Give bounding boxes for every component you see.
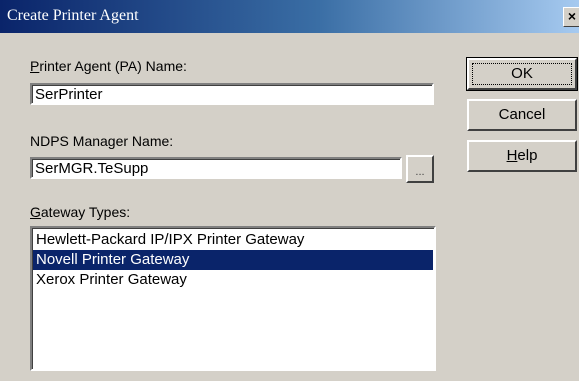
dialog-title: Create Printer Agent [7,7,139,24]
title-bar[interactable]: Create Printer Agent × [0,0,579,33]
manager-name-label: NDPS Manager Name: [30,133,174,149]
list-item[interactable]: Hewlett-Packard IP/IPX Printer Gateway [33,230,433,250]
focus-ring [472,63,572,85]
pa-name-label-text: rinter Agent (PA) Name: [39,58,187,74]
gateway-types-list[interactable]: Hewlett-Packard IP/IPX Printer Gateway N… [30,226,436,371]
gateway-label-text: ateway Types: [40,204,131,220]
help-button[interactable]: Help [467,140,577,172]
browse-button[interactable]: ... [406,155,434,183]
ok-button[interactable]: OK [466,57,578,91]
ellipsis-icon: ... [415,166,425,178]
pa-name-input[interactable]: SerPrinter [30,83,434,105]
help-label-text: elp [517,147,538,164]
help-mnemonic: H [506,147,518,164]
cancel-button-label: Cancel [498,106,546,123]
close-icon: × [567,8,577,24]
pa-name-label: Printer Agent (PA) Name: [30,58,187,74]
gateway-types-label: Gateway Types: [30,204,130,220]
help-button-label: Help [507,147,538,164]
close-button[interactable]: × [563,7,579,27]
list-item[interactable]: Novell Printer Gateway [33,250,433,270]
cancel-button[interactable]: Cancel [467,99,577,131]
pa-name-mnemonic: P [30,58,40,74]
gateway-mnemonic: G [30,204,41,220]
manager-name-input[interactable]: SerMGR.TeSupp [30,157,402,179]
list-item[interactable]: Xerox Printer Gateway [33,270,433,290]
